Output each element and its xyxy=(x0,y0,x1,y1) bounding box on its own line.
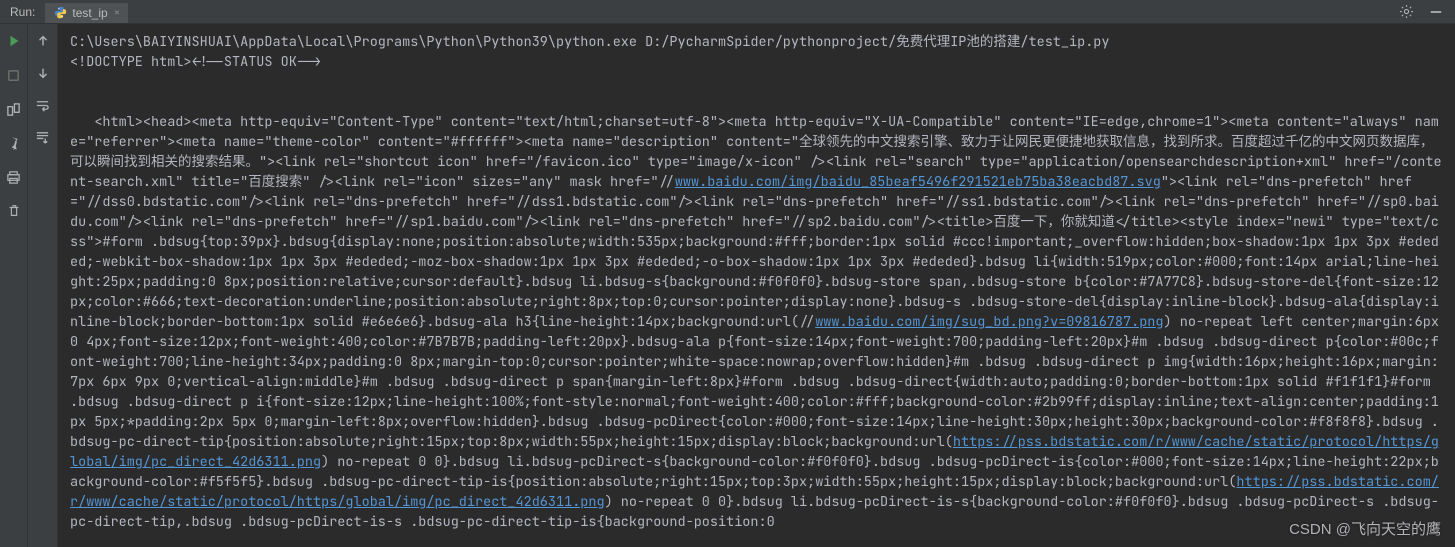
tab-close-icon[interactable]: × xyxy=(114,6,121,20)
play-icon[interactable] xyxy=(5,32,23,50)
scroll-to-end-icon[interactable] xyxy=(34,128,52,146)
main-area: C:\Users\BAIYINSHUAI\AppData\Local\Progr… xyxy=(0,24,1455,547)
soft-wrap-icon[interactable] xyxy=(34,96,52,114)
up-icon[interactable] xyxy=(34,32,52,50)
run-tab[interactable]: test_ip × xyxy=(45,3,128,23)
print-icon[interactable] xyxy=(5,168,23,186)
header-right xyxy=(1397,3,1455,21)
console-output[interactable]: C:\Users\BAIYINSHUAI\AppData\Local\Progr… xyxy=(58,24,1455,547)
down-icon[interactable] xyxy=(34,64,52,82)
console-body: <html><head><meta http-equiv="Content-Ty… xyxy=(70,113,1447,531)
tab-label: test_ip xyxy=(72,6,107,20)
left-gutter-1 xyxy=(0,24,28,547)
delete-icon[interactable] xyxy=(5,202,23,220)
python-file-icon xyxy=(53,6,67,20)
run-tool-header: Run: test_ip × xyxy=(0,0,1455,24)
console-line-1: C:\Users\BAIYINSHUAI\AppData\Local\Progr… xyxy=(70,33,1110,51)
minimize-icon[interactable] xyxy=(1427,3,1445,21)
console-link-1[interactable]: www.baidu.com/img/baidu_85beaf5496f29152… xyxy=(675,173,1161,191)
header-left: Run: test_ip × xyxy=(10,1,128,23)
left-gutter-2 xyxy=(28,24,58,547)
rerun-icon[interactable] xyxy=(5,66,23,84)
watermark: CSDN @飞向天空的鹰 xyxy=(1289,518,1441,539)
console-link-2[interactable]: www.baidu.com/img/sug_bd.png?v=09816787.… xyxy=(815,313,1163,331)
pin-icon[interactable] xyxy=(5,134,23,152)
console-line-2: <!DOCTYPE html><!--STATUS OK--> xyxy=(70,53,321,71)
run-label: Run: xyxy=(10,5,35,19)
stop-icon[interactable] xyxy=(5,100,23,118)
gear-icon[interactable] xyxy=(1397,3,1415,21)
